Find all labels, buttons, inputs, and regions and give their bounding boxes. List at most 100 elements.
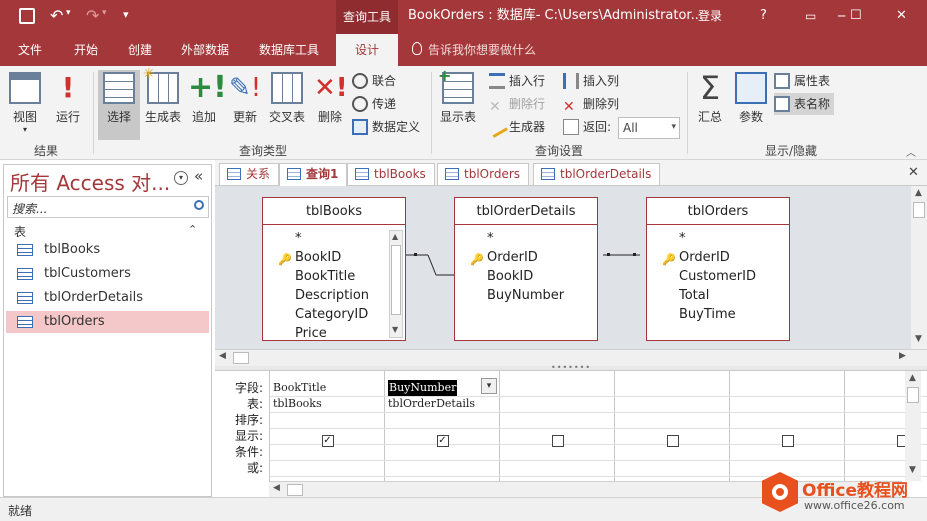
tab-home[interactable]: 开始 xyxy=(62,34,110,66)
field-item[interactable]: 🔑 OrderID xyxy=(470,248,597,267)
login-link[interactable]: 登录 xyxy=(698,0,722,32)
field-list-tblbooks[interactable]: tblBooks * 🔑 BookID BookTitle Description Cate… xyxy=(262,197,406,341)
search-icon[interactable] xyxy=(194,200,204,210)
field-item[interactable]: * xyxy=(487,229,597,248)
scroll-up-icon[interactable]: ▲ xyxy=(915,188,922,198)
show-checkbox[interactable]: ✓ xyxy=(321,435,334,447)
append-button[interactable]: +! 追加 xyxy=(186,70,227,132)
field-item[interactable]: Total xyxy=(679,286,789,305)
scroll-down-icon[interactable]: ▼ xyxy=(392,325,398,334)
doc-tab-4[interactable]: tblOrderDetails xyxy=(533,163,661,185)
grid-column[interactable] xyxy=(730,371,845,481)
nav-item-tblorders[interactable]: tblOrders xyxy=(6,311,209,333)
show-checkbox[interactable] xyxy=(551,435,564,447)
field-list-tblorderdetails[interactable]: tblOrderDetails * 🔑 OrderID BookID BuyNumber xyxy=(454,197,598,341)
parameters-button[interactable]: 参数 xyxy=(732,70,770,132)
save-icon[interactable] xyxy=(19,8,35,24)
scroll-thumb[interactable] xyxy=(913,202,925,218)
delete-query-button[interactable]: ✕! 删除 xyxy=(312,70,348,132)
show-checkbox[interactable] xyxy=(666,435,679,447)
field-list-title[interactable]: tblOrders xyxy=(647,198,789,225)
ribbon-display-options-icon[interactable]: ▭ xyxy=(805,0,816,32)
close-button[interactable]: ✕ xyxy=(896,0,907,32)
field-item[interactable]: 🔑 OrderID xyxy=(662,248,789,267)
grid-table-cell[interactable]: tblBooks xyxy=(273,396,322,412)
nav-section-tables[interactable]: 表 xyxy=(14,223,26,240)
field-item[interactable]: BuyTime xyxy=(679,305,789,324)
data-definition-button[interactable]: 数据定义 xyxy=(352,116,420,138)
scroll-down-icon[interactable]: ▼ xyxy=(915,334,922,344)
grid-column[interactable] xyxy=(615,371,730,481)
grid-field-cell[interactable]: BuyNumber xyxy=(388,380,458,396)
nav-pane-title[interactable]: 所有 Access 对... xyxy=(10,167,170,196)
scroll-thumb[interactable] xyxy=(287,484,303,496)
vertical-scrollbar-grid[interactable]: ▲ ▼ xyxy=(905,371,921,481)
union-button[interactable]: 联合 xyxy=(352,70,396,92)
table-names-toggle[interactable]: 表名称 xyxy=(774,93,835,115)
collapse-section-icon[interactable]: ⌃ xyxy=(188,223,197,236)
doc-tab-1[interactable]: 查询1 xyxy=(279,163,348,186)
nav-item-tblbooks[interactable]: tblBooks xyxy=(6,239,209,261)
field-dropdown-chevron-icon[interactable]: ▾ xyxy=(481,378,497,394)
crosstab-button[interactable]: 交叉表 xyxy=(266,70,308,132)
view-button[interactable]: 视图 ▾ xyxy=(4,70,46,134)
field-list-title[interactable]: tblBooks xyxy=(263,198,405,225)
insert-rows-button[interactable]: 插入行 xyxy=(489,70,545,92)
vertical-scrollbar-upper[interactable]: ▲ ▼ xyxy=(911,186,927,349)
tab-design[interactable]: 设计 xyxy=(336,34,398,66)
show-table-button[interactable]: + 显示表 xyxy=(436,66,480,132)
passthrough-button[interactable]: 传递 xyxy=(352,93,396,115)
grid-field-cell[interactable]: BookTitle xyxy=(273,380,326,396)
grid-column[interactable]: BookTitle tblBooks ✓ xyxy=(270,371,385,481)
field-list-tblorders[interactable]: tblOrders * 🔑 OrderID CustomerID Total BuyTime xyxy=(646,197,790,341)
collapse-ribbon-icon[interactable]: ︿ xyxy=(906,144,916,159)
return-dropdown[interactable]: All ▾ xyxy=(618,117,680,139)
scroll-thumb[interactable] xyxy=(233,352,249,364)
doc-tab-0[interactable]: 关系 xyxy=(219,163,280,185)
help-button[interactable]: ? xyxy=(760,0,767,32)
doc-tab-3[interactable]: tblOrders xyxy=(437,163,530,185)
tab-create[interactable]: 创建 xyxy=(116,34,164,66)
grid-table-cell[interactable]: tblOrderDetails xyxy=(388,396,475,412)
field-list-scrollbar[interactable]: ▲ ▼ xyxy=(389,230,403,338)
close-document-icon[interactable]: ✕ xyxy=(908,165,919,180)
doc-tab-2[interactable]: tblBooks xyxy=(347,163,435,185)
maximize-button[interactable]: ☐ xyxy=(850,0,862,32)
field-list-title[interactable]: tblOrderDetails xyxy=(455,198,597,225)
collapse-nav-icon[interactable]: « xyxy=(194,167,203,185)
field-item[interactable]: BookID xyxy=(487,267,597,286)
scroll-thumb[interactable] xyxy=(907,387,919,403)
select-query-button[interactable]: 选择 xyxy=(98,70,140,140)
totals-button[interactable]: Σ 汇总 xyxy=(692,70,728,132)
scroll-up-icon[interactable]: ▲ xyxy=(909,373,916,383)
scroll-right-icon[interactable]: ▶ xyxy=(899,351,906,361)
tab-database-tools[interactable]: 数据库工具 xyxy=(250,34,328,66)
field-item[interactable]: CustomerID xyxy=(679,267,789,286)
delete-columns-button[interactable]: ✕ 删除列 xyxy=(563,93,619,115)
tell-me-box[interactable]: 告诉我你想要做什么 xyxy=(428,34,536,66)
nav-menu-chevron-icon[interactable]: ▾ xyxy=(174,171,188,185)
tab-external-data[interactable]: 外部数据 xyxy=(172,34,238,66)
undo-icon[interactable]: ↶ xyxy=(50,6,63,25)
scroll-left-icon[interactable]: ◀ xyxy=(219,351,226,361)
show-checkbox[interactable]: ✓ xyxy=(436,435,449,447)
nav-search-input[interactable]: 搜索... xyxy=(7,196,209,218)
field-item[interactable]: * xyxy=(679,229,789,248)
property-sheet-button[interactable]: 属性表 xyxy=(774,70,830,92)
make-table-button[interactable]: ✳ 生成表 xyxy=(142,66,184,132)
undo-dropdown-icon[interactable]: ▾ xyxy=(66,8,71,18)
nav-item-tblorderdetails[interactable]: tblOrderDetails xyxy=(6,287,209,309)
show-checkbox[interactable] xyxy=(781,435,794,447)
insert-columns-button[interactable]: 插入列 xyxy=(563,70,619,92)
builder-button[interactable]: 生成器 xyxy=(486,115,545,138)
grid-column[interactable]: BuyNumber ▾ tblOrderDetails ✓ xyxy=(385,371,500,481)
customize-qat-icon[interactable]: ▾ xyxy=(123,8,129,21)
tab-file[interactable]: 文件 xyxy=(7,34,53,66)
scroll-thumb[interactable] xyxy=(391,245,401,315)
scroll-up-icon[interactable]: ▲ xyxy=(392,232,398,241)
scroll-left-icon[interactable]: ◀ xyxy=(273,483,280,493)
run-button[interactable]: ! 运行 xyxy=(50,70,86,132)
minimize-button[interactable]: ─ xyxy=(838,0,845,32)
nav-item-tblcustomers[interactable]: tblCustomers xyxy=(6,263,209,285)
grid-column[interactable] xyxy=(500,371,615,481)
